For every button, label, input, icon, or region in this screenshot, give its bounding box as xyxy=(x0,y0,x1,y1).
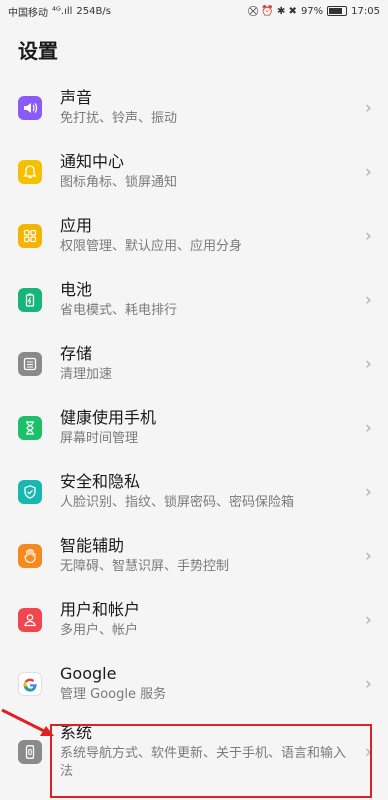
item-title: 通知中心 xyxy=(60,152,125,171)
chevron-right-icon: › xyxy=(364,161,372,183)
item-subtitle: 免打扰、铃声、振动 xyxy=(60,111,178,126)
item-subtitle: 管理 Google 服务 xyxy=(60,687,167,702)
chevron-right-icon: › xyxy=(364,609,372,631)
item-title: 声音 xyxy=(60,88,93,107)
settings-item-sound[interactable]: 声音 免打扰、铃声、振动 › xyxy=(0,76,388,140)
chevron-right-icon: › xyxy=(364,673,372,695)
battery-icon xyxy=(18,288,42,312)
chevron-right-icon: › xyxy=(364,545,372,567)
chevron-right-icon: › xyxy=(364,289,372,311)
settings-item-storage[interactable]: 存储 清理加速 › xyxy=(0,332,388,396)
settings-item-battery[interactable]: 电池 省电模式、耗电排行 › xyxy=(0,268,388,332)
chevron-right-icon: › xyxy=(364,225,372,247)
item-subtitle: 多用户、帐户 xyxy=(60,623,139,638)
chevron-right-icon: › xyxy=(364,353,372,375)
item-subtitle: 省电模式、耗电排行 xyxy=(60,303,178,318)
settings-item-security[interactable]: 安全和隐私 人脸识别、指纹、锁屏密码、密码保险箱 › xyxy=(0,460,388,524)
network-speed: 254B/s xyxy=(76,5,111,17)
apps-icon xyxy=(18,224,42,248)
item-subtitle: 无障碍、智慧识屏、手势控制 xyxy=(60,559,230,574)
storage-icon xyxy=(18,352,42,376)
shield-icon xyxy=(18,480,42,504)
item-title: 智能辅助 xyxy=(60,536,125,555)
settings-item-smart-assist[interactable]: 智能辅助 无障碍、智慧识屏、手势控制 › xyxy=(0,524,388,588)
clock: 17:05 xyxy=(351,5,380,17)
chevron-right-icon: › xyxy=(364,481,372,503)
signal-icon: ⁴ᴳ.ıll xyxy=(52,5,73,17)
battery-percent: 97% xyxy=(300,5,324,17)
item-subtitle: 人脸识别、指纹、锁屏密码、密码保险箱 xyxy=(60,495,295,510)
item-subtitle: 清理加速 xyxy=(60,367,113,382)
highlight-box xyxy=(50,724,372,798)
settings-item-digital-balance[interactable]: 健康使用手机 屏幕时间管理 › xyxy=(0,396,388,460)
item-title: 用户和帐户 xyxy=(60,600,141,619)
page-title: 设置 xyxy=(18,38,58,63)
item-title: 电池 xyxy=(60,280,93,299)
status-icons: ⛒ ⏰ ✱ ✖ xyxy=(247,5,297,17)
item-title: 存储 xyxy=(60,344,93,363)
annotation-arrow-icon xyxy=(1,708,54,736)
item-subtitle: 图标角标、锁屏通知 xyxy=(60,175,178,190)
item-title: Google xyxy=(60,664,117,683)
item-subtitle: 屏幕时间管理 xyxy=(60,431,139,446)
settings-list: 声音 免打扰、铃声、振动 › 通知中心 图标角标、锁屏通知 › 应用 权限管理、… xyxy=(0,76,388,788)
status-bar: 中国移动 ⁴ᴳ.ıll 254B/s ⛒ ⏰ ✱ ✖ 97% 17:05 xyxy=(0,0,388,22)
settings-item-users-accounts[interactable]: 用户和帐户 多用户、帐户 › xyxy=(0,588,388,652)
item-title: 安全和隐私 xyxy=(60,472,141,491)
bell-icon xyxy=(18,160,42,184)
settings-item-notifications[interactable]: 通知中心 图标角标、锁屏通知 › xyxy=(0,140,388,204)
user-icon xyxy=(18,608,42,632)
carrier-label: 中国移动 xyxy=(8,7,48,19)
settings-item-apps[interactable]: 应用 权限管理、默认应用、应用分身 › xyxy=(0,204,388,268)
chevron-right-icon: › xyxy=(364,417,372,439)
google-icon xyxy=(18,672,42,696)
item-subtitle: 权限管理、默认应用、应用分身 xyxy=(60,239,243,254)
hand-icon xyxy=(18,544,42,568)
item-title: 应用 xyxy=(60,216,93,235)
sound-icon xyxy=(18,96,42,120)
chevron-right-icon: › xyxy=(364,97,372,119)
item-title: 健康使用手机 xyxy=(60,408,157,427)
battery-icon-status xyxy=(327,6,348,16)
hourglass-icon xyxy=(18,416,42,440)
